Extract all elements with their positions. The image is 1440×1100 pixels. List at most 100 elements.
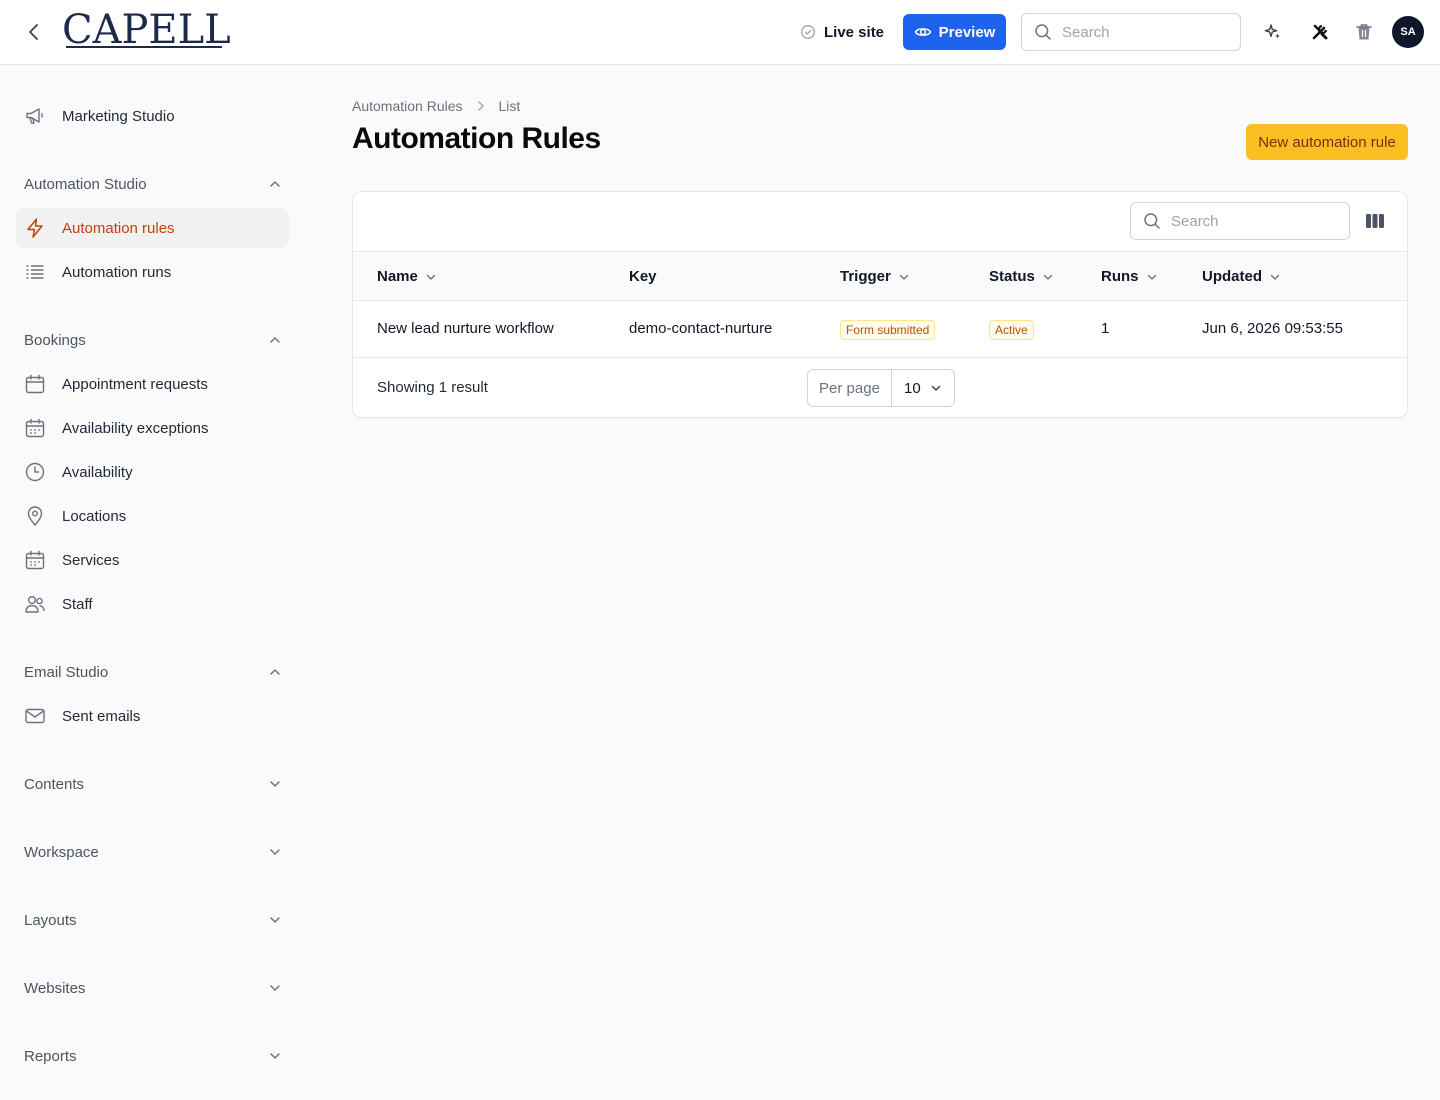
global-search[interactable] (1021, 13, 1241, 51)
sidebar-item-marketing-studio[interactable]: Marketing Studio (16, 96, 289, 136)
chevron-down-icon (270, 1053, 280, 1059)
sidebar-item-label: Services (62, 551, 120, 569)
column-toggle-button[interactable] (1364, 210, 1386, 232)
sidebar-item-sent-emails[interactable]: Sent emails (16, 696, 289, 736)
user-avatar[interactable]: SA (1392, 16, 1424, 48)
logo-underline (66, 46, 222, 48)
search-icon (1035, 24, 1051, 40)
group-bookings[interactable]: Bookings (24, 328, 282, 352)
sidebar-item-label: Availability (62, 463, 133, 481)
group-workspace[interactable]: Workspace (24, 840, 282, 864)
column-label: Trigger (840, 268, 891, 285)
cell-key: demo-contact-nurture (629, 320, 773, 337)
table-search-input[interactable] (1171, 212, 1331, 230)
sidebar-item-staff[interactable]: Staff (16, 584, 289, 624)
breadcrumb: Automation Rules List (352, 96, 520, 116)
chevron-down-icon (1147, 274, 1156, 280)
group-label: Automation Studio (24, 175, 147, 193)
group-label: Workspace (24, 843, 99, 861)
column-header-updated[interactable]: Updated (1202, 268, 1281, 285)
chevron-up-icon (270, 669, 280, 675)
trash-button[interactable] (1352, 20, 1376, 44)
sidebar-item-appointment-requests[interactable]: Appointment requests (16, 364, 289, 404)
group-reports[interactable]: Reports (24, 1044, 282, 1068)
column-label: Name (377, 268, 418, 285)
per-page-control: Per page 10 (807, 369, 955, 407)
per-page-value: 10 (904, 379, 921, 397)
sidebar-item-label: Automation rules (62, 219, 175, 237)
clock-icon (24, 461, 46, 483)
cell-name[interactable]: New lead nurture workflow (377, 320, 554, 337)
trigger-badge: Form submitted (840, 320, 936, 340)
table-card: Name Key Trigger Status Runs Updated New… (352, 191, 1408, 418)
sparkles-icon (1264, 24, 1280, 39)
chevron-down-icon (1270, 274, 1280, 280)
per-page-select[interactable]: 10 (892, 380, 954, 397)
tools-button[interactable] (1308, 20, 1332, 44)
chevron-down-icon (899, 274, 909, 280)
sidebar-item-locations[interactable]: Locations (16, 496, 289, 536)
column-header-runs[interactable]: Runs (1101, 268, 1158, 285)
column-header-name[interactable]: Name (377, 268, 437, 285)
preview-button[interactable]: Preview (903, 14, 1006, 50)
table-row[interactable]: New lead nurture workflow demo-contact-n… (353, 301, 1407, 358)
group-label: Reports (24, 1047, 77, 1065)
sidebar-item-label: Automation runs (62, 263, 172, 281)
global-search-input[interactable] (1062, 23, 1222, 41)
live-site-label: Live site (824, 23, 885, 41)
group-label: Layouts (24, 911, 77, 929)
breadcrumb-link[interactable]: Automation Rules (352, 98, 463, 114)
view-columns-icon (1366, 214, 1384, 228)
sidebar-item-availability-exceptions[interactable]: Availability exceptions (16, 408, 289, 448)
top-bar: CAPELL Live site Preview SA (0, 0, 1440, 65)
sidebar-item-availability[interactable]: Availability (16, 452, 289, 492)
eye-icon (914, 28, 931, 36)
group-contents[interactable]: Contents (24, 772, 282, 796)
check-circle-icon (801, 25, 815, 39)
ai-sparkles-button[interactable] (1261, 20, 1285, 44)
sidebar-item-label: Staff (62, 595, 93, 613)
table-search[interactable] (1130, 202, 1350, 240)
sidebar: Marketing Studio Automation Studio Autom… (0, 65, 305, 1100)
column-label: Runs (1101, 268, 1139, 285)
sidebar-item-automation-rules[interactable]: Automation rules (16, 208, 289, 248)
preview-label: Preview (938, 23, 996, 41)
page-title: Automation Rules (352, 122, 601, 155)
group-automation-studio[interactable]: Automation Studio (24, 172, 282, 196)
cell-updated: Jun 6, 2026 09:53:55 (1202, 320, 1343, 337)
column-label: Key (629, 268, 657, 285)
sidebar-item-services[interactable]: Services (16, 540, 289, 580)
column-header-status[interactable]: Status (989, 268, 1054, 285)
live-site-link[interactable]: Live site (800, 20, 884, 44)
per-page-label: Per page (808, 370, 892, 406)
chevron-left-icon (29, 24, 38, 40)
cell-runs: 1 (1101, 320, 1110, 337)
search-icon (1144, 213, 1160, 229)
calendar-days-icon (24, 549, 46, 571)
chevron-down-icon (270, 849, 280, 855)
group-label: Bookings (24, 331, 86, 349)
group-label: Email Studio (24, 663, 109, 681)
chevron-up-icon (270, 337, 280, 343)
sidebar-item-label: Availability exceptions (62, 419, 209, 437)
chevron-down-icon (1043, 274, 1053, 280)
new-automation-rule-button[interactable]: New automation rule (1246, 124, 1408, 160)
wrench-screwdriver-icon (1312, 24, 1328, 40)
sidebar-item-label: Marketing Studio (62, 107, 175, 125)
column-label: Status (989, 268, 1035, 285)
group-layouts[interactable]: Layouts (24, 908, 282, 932)
group-email-studio[interactable]: Email Studio (24, 660, 282, 684)
breadcrumb-current: List (498, 98, 521, 114)
map-pin-icon (24, 505, 46, 527)
bolt-icon (24, 217, 46, 239)
column-header-trigger[interactable]: Trigger (840, 268, 910, 285)
calendar-days-icon (24, 417, 46, 439)
sidebar-item-automation-runs[interactable]: Automation runs (16, 252, 289, 292)
back-button[interactable] (22, 20, 46, 44)
chevron-down-icon (270, 985, 280, 991)
group-websites[interactable]: Websites (24, 976, 282, 1000)
trash-icon (1356, 24, 1372, 40)
chevron-down-icon (426, 274, 436, 280)
users-icon (24, 593, 46, 615)
megaphone-icon (24, 105, 46, 127)
